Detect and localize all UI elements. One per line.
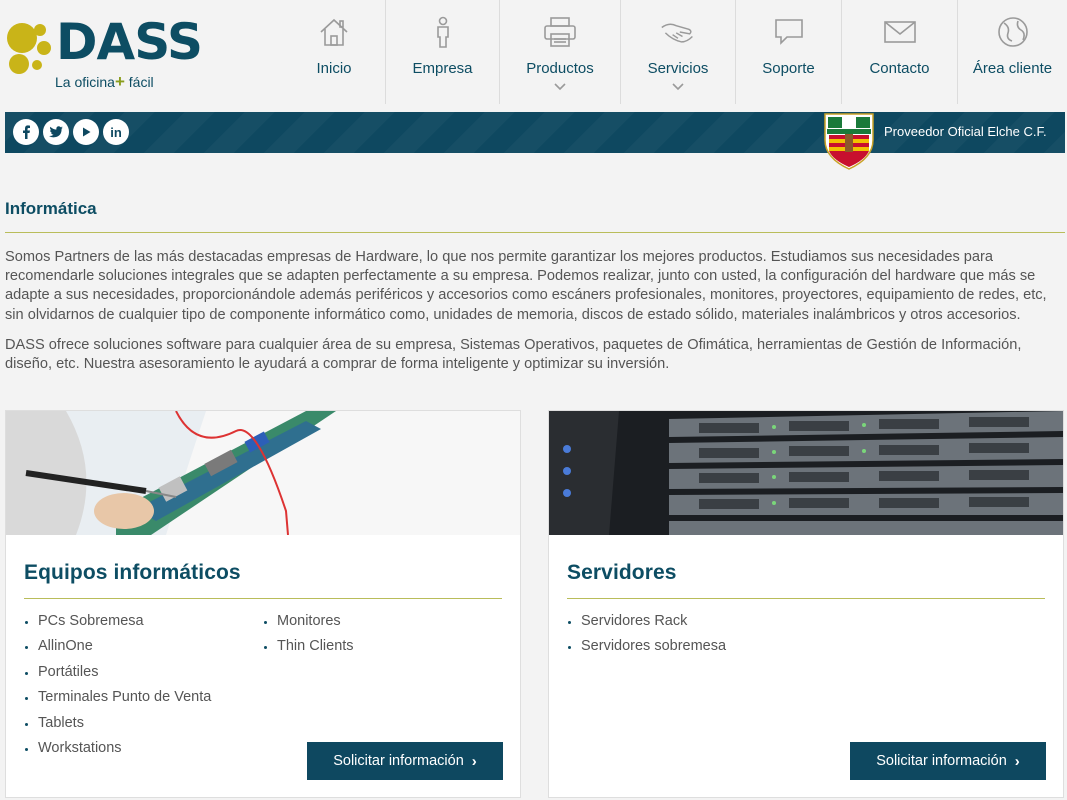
- nav-item-empresa[interactable]: Empresa: [386, 0, 500, 104]
- provider-text: Proveedor Oficial Elche C.F.: [884, 124, 1047, 139]
- nav-label: Soporte: [762, 60, 815, 77]
- person-icon: [425, 14, 461, 50]
- list-item[interactable]: Tablets: [24, 713, 211, 738]
- list-item[interactable]: Portátiles: [24, 662, 211, 687]
- nav-item-inicio[interactable]: Inicio: [283, 0, 386, 104]
- list-item[interactable]: Thin Clients: [263, 636, 354, 661]
- logo-tagline: La oficina+ fácil: [55, 72, 154, 91]
- card-title: Equipos informáticos: [24, 561, 241, 584]
- card-servidores: Servidores Servidores Rack Servidores so…: [548, 410, 1064, 798]
- dass-logo[interactable]: DASS La oficina+ fácil: [4, 16, 203, 92]
- nav-label: Inicio: [316, 60, 352, 77]
- handshake-icon: [660, 14, 696, 50]
- product-list: PCs Sobremesa AllinOne Portátiles Termin…: [24, 611, 211, 763]
- nav-label: Área cliente: [972, 60, 1053, 77]
- nav-label: Contacto: [869, 60, 930, 77]
- logo-mark-icon: [7, 23, 51, 74]
- home-icon: [316, 14, 352, 50]
- card-divider: [24, 598, 502, 599]
- nav-item-area-cliente[interactable]: Área cliente: [958, 0, 1067, 104]
- list-item[interactable]: Servidores Rack: [567, 611, 726, 636]
- nav-item-contacto[interactable]: Contacto: [842, 0, 958, 104]
- linkedin-icon[interactable]: in: [103, 119, 129, 145]
- list-item[interactable]: AllinOne: [24, 636, 211, 661]
- section-divider: [5, 232, 1065, 233]
- nav-label: Servicios: [647, 60, 709, 77]
- facebook-icon[interactable]: [13, 119, 39, 145]
- list-item[interactable]: Monitores: [263, 611, 354, 636]
- printer-icon: [542, 14, 578, 50]
- list-item[interactable]: Workstations: [24, 738, 211, 763]
- speech-bubble-icon: [771, 14, 807, 50]
- card-equipos-informaticos: Equipos informáticos PCs Sobremesa Allin…: [5, 410, 521, 798]
- card-image-motherboard: [6, 411, 520, 535]
- list-item[interactable]: Servidores sobremesa: [567, 636, 726, 661]
- card-image-server-rack: [549, 411, 1063, 535]
- product-list-col2: Monitores Thin Clients: [263, 611, 354, 662]
- nav-item-soporte[interactable]: Soporte: [736, 0, 842, 104]
- request-info-button[interactable]: Solicitar información ›: [850, 742, 1046, 780]
- envelope-icon: [882, 14, 918, 50]
- list-item[interactable]: PCs Sobremesa: [24, 611, 211, 636]
- nav-label: Productos: [526, 60, 594, 77]
- list-item[interactable]: Terminales Punto de Venta: [24, 687, 211, 712]
- software-paragraph: DASS ofrece soluciones software para cua…: [5, 337, 1022, 373]
- nav-label: Empresa: [412, 60, 473, 77]
- nav-item-servicios[interactable]: Servicios: [621, 0, 736, 104]
- main-nav: Inicio Empresa Productos Servicios Sopor…: [283, 0, 1067, 112]
- logo-wordmark: DASS: [56, 13, 203, 71]
- chevron-down-icon: [554, 83, 566, 91]
- social-bar: in Proveedor Oficial Elche C.F.: [5, 112, 1065, 170]
- product-list: Servidores Rack Servidores sobremesa: [567, 611, 726, 662]
- card-title: Servidores: [567, 561, 677, 584]
- request-info-button[interactable]: Solicitar información ›: [307, 742, 503, 780]
- elche-cf-crest-icon: [824, 113, 874, 170]
- globe-icon: [995, 14, 1031, 50]
- chevron-right-icon: ›: [1014, 752, 1020, 770]
- intro-paragraph: Somos Partners de las más destacadas emp…: [5, 249, 1047, 323]
- chevron-down-icon: [672, 83, 684, 91]
- chevron-right-icon: ›: [471, 752, 477, 770]
- section-title: Informática: [5, 199, 97, 218]
- youtube-icon[interactable]: [73, 119, 99, 145]
- site-header: DASS La oficina+ fácil Inicio Empresa Pr…: [0, 0, 1067, 112]
- twitter-icon[interactable]: [43, 119, 69, 145]
- nav-item-productos[interactable]: Productos: [500, 0, 621, 104]
- card-divider: [567, 598, 1045, 599]
